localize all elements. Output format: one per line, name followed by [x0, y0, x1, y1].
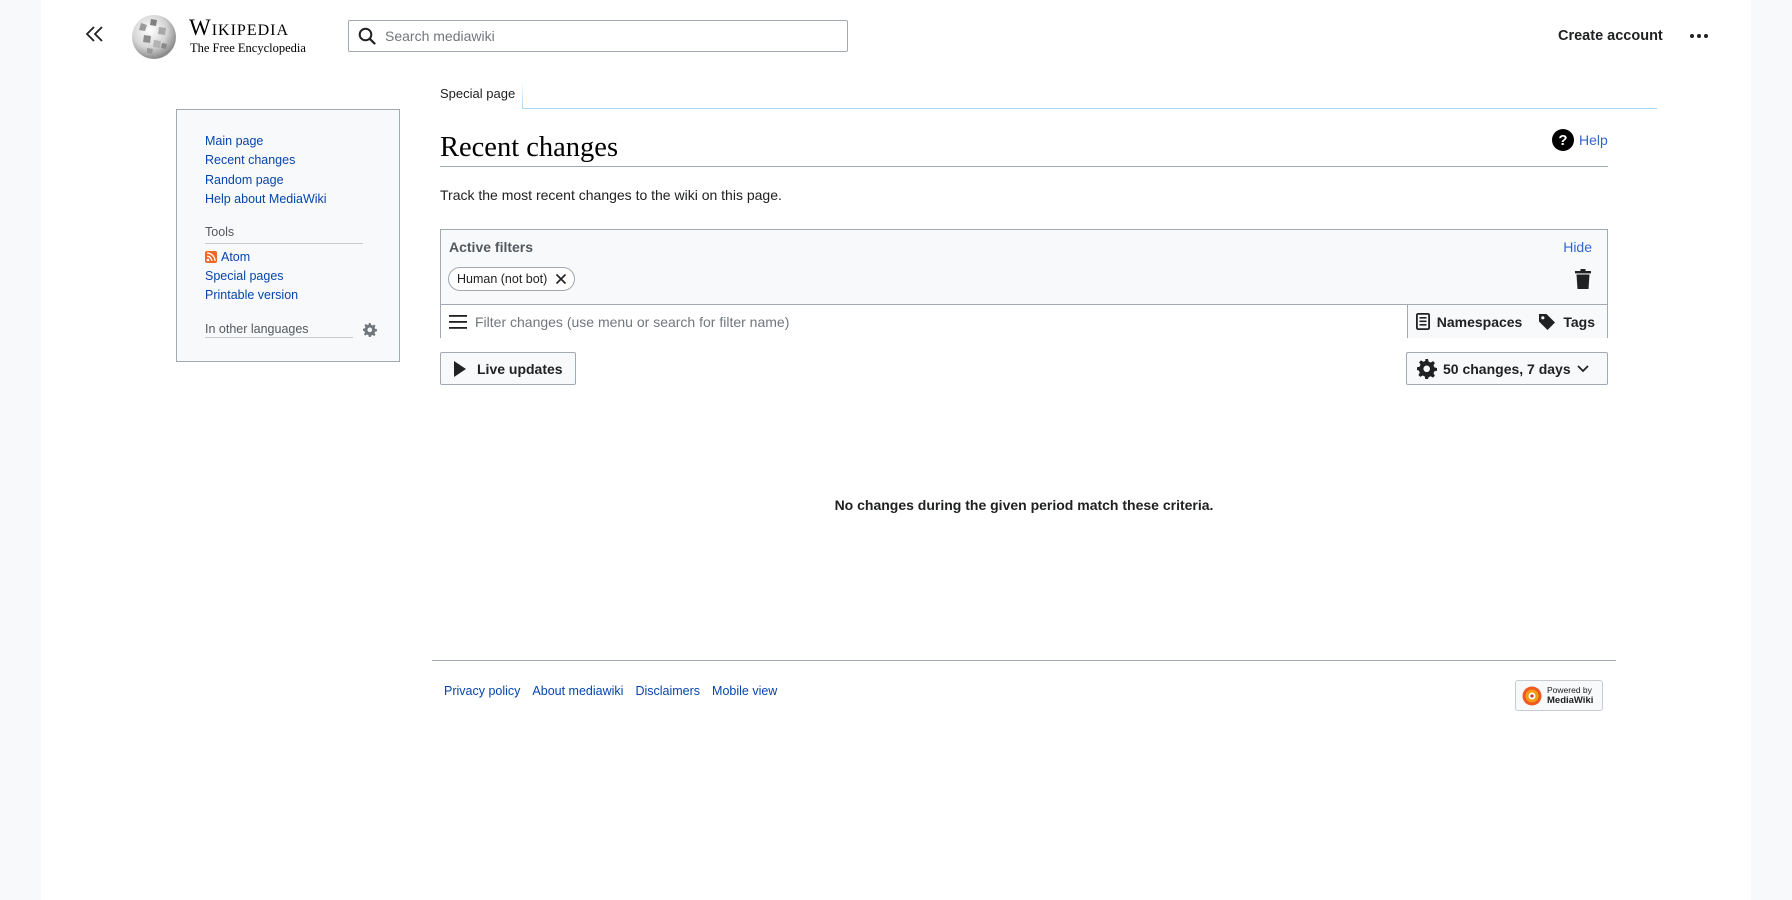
- double-chevron-left-icon: [85, 26, 103, 42]
- filter-toolbar: Namespaces Tags: [441, 305, 1607, 338]
- sidebar-item-help[interactable]: Help about MediaWiki: [205, 190, 371, 209]
- namespaces-label: Namespaces: [1436, 313, 1523, 330]
- page-title: Recent changes: [440, 132, 619, 163]
- close-icon[interactable]: [554, 272, 568, 286]
- active-filters-area: Active filters Hide Human (not bot): [441, 230, 1607, 305]
- filter-input[interactable]: [475, 313, 1355, 330]
- powered-line-2: MediaWiki: [1547, 695, 1594, 706]
- help-icon: ?: [1552, 129, 1574, 151]
- play-icon: [454, 360, 466, 377]
- footer-link-privacy[interactable]: Privacy policy: [444, 684, 520, 698]
- more-options-menu[interactable]: [1685, 26, 1713, 46]
- search-icon[interactable]: [349, 27, 385, 45]
- sidebar-item-recent-changes[interactable]: Recent changes: [205, 151, 371, 170]
- sidebar-item-printable-version[interactable]: Printable version: [205, 286, 371, 305]
- footer-divider: [432, 660, 1616, 661]
- sidebar-item-main-page[interactable]: Main page: [205, 132, 371, 151]
- filter-pill-label: Human (not bot): [457, 272, 548, 286]
- tab-divider: [522, 80, 523, 109]
- tags-button[interactable]: Tags: [1530, 305, 1607, 338]
- create-account-link[interactable]: Create account: [1558, 28, 1663, 44]
- live-updates-button[interactable]: Live updates: [440, 352, 576, 385]
- tools-list: Atom Special pages Printable version: [205, 248, 371, 306]
- footer-link-disclaimers[interactable]: Disclaimers: [635, 684, 700, 698]
- chevron-down-icon: [1577, 364, 1589, 372]
- namespaces-icon: [1415, 313, 1430, 330]
- period-settings-button[interactable]: 50 changes, 7 days: [1406, 352, 1608, 385]
- filter-pill-human[interactable]: Human (not bot): [448, 267, 576, 291]
- hide-filters-link[interactable]: Hide: [1563, 239, 1592, 255]
- powered-line-1: Powered by: [1547, 685, 1592, 695]
- tab-underline: [522, 108, 1657, 109]
- filters-panel: Active filters Hide Human (not bot) Filt…: [440, 229, 1608, 338]
- languages-section: In other languages: [205, 322, 377, 338]
- tag-icon: [1539, 313, 1556, 330]
- gear-icon: [1417, 358, 1437, 379]
- languages-heading: In other languages: [205, 322, 353, 338]
- tools-heading: Tools: [205, 224, 363, 244]
- sidebar-navigation: Main page Recent changes Random page Hel…: [205, 132, 371, 210]
- menu-icon[interactable]: [441, 314, 475, 329]
- sidebar-item-atom-label[interactable]: Atom: [221, 248, 250, 267]
- ellipsis-icon: [1690, 34, 1694, 38]
- help-link[interactable]: ? Help: [1552, 129, 1608, 151]
- intro-text: Track the most recent changes to the wik…: [440, 187, 782, 203]
- search-box[interactable]: [348, 20, 848, 52]
- tags-label: Tags: [1563, 313, 1595, 330]
- collapse-sidebar-button[interactable]: [81, 20, 109, 48]
- wikipedia-globe-logo[interactable]: [129, 13, 179, 60]
- namespaces-button[interactable]: Namespaces: [1407, 305, 1531, 338]
- mediawiki-flower-icon: [1522, 686, 1542, 705]
- footer-links: Privacy policy About mediawiki Disclaime…: [444, 684, 777, 698]
- period-label: 50 changes, 7 days: [1443, 360, 1571, 377]
- page: Wikipedia The Free Encyclopedia Create a…: [41, 0, 1751, 900]
- tagline: The Free Encyclopedia: [190, 41, 306, 55]
- footer-link-mobile-view[interactable]: Mobile view: [712, 684, 777, 698]
- search-input[interactable]: [385, 22, 825, 50]
- title-divider: [440, 166, 1608, 167]
- tab-special-page[interactable]: Special page: [440, 82, 515, 101]
- powered-by-mediawiki-badge[interactable]: Powered by MediaWiki: [1515, 680, 1603, 711]
- no-changes-message: No changes during the given period match…: [834, 497, 1214, 513]
- footer-link-about[interactable]: About mediawiki: [532, 684, 623, 698]
- globe-icon: [132, 15, 176, 59]
- sidebar-item-special-pages[interactable]: Special pages: [205, 267, 371, 286]
- help-label[interactable]: Help: [1579, 132, 1608, 148]
- trash-icon[interactable]: [1575, 269, 1593, 289]
- active-filters-label: Active filters: [449, 239, 534, 255]
- powered-text: Powered by MediaWiki: [1547, 685, 1593, 706]
- atom-feed-icon: [205, 251, 217, 264]
- wordmark[interactable]: Wikipedia: [189, 16, 289, 40]
- filter-input-wrap: [441, 305, 1408, 338]
- sidebar-item-random-page[interactable]: Random page: [205, 171, 371, 190]
- gear-icon[interactable]: [363, 322, 377, 337]
- sidebar: Main page Recent changes Random page Hel…: [176, 109, 400, 362]
- live-updates-label: Live updates: [477, 360, 563, 377]
- sidebar-item-atom[interactable]: Atom: [205, 248, 371, 267]
